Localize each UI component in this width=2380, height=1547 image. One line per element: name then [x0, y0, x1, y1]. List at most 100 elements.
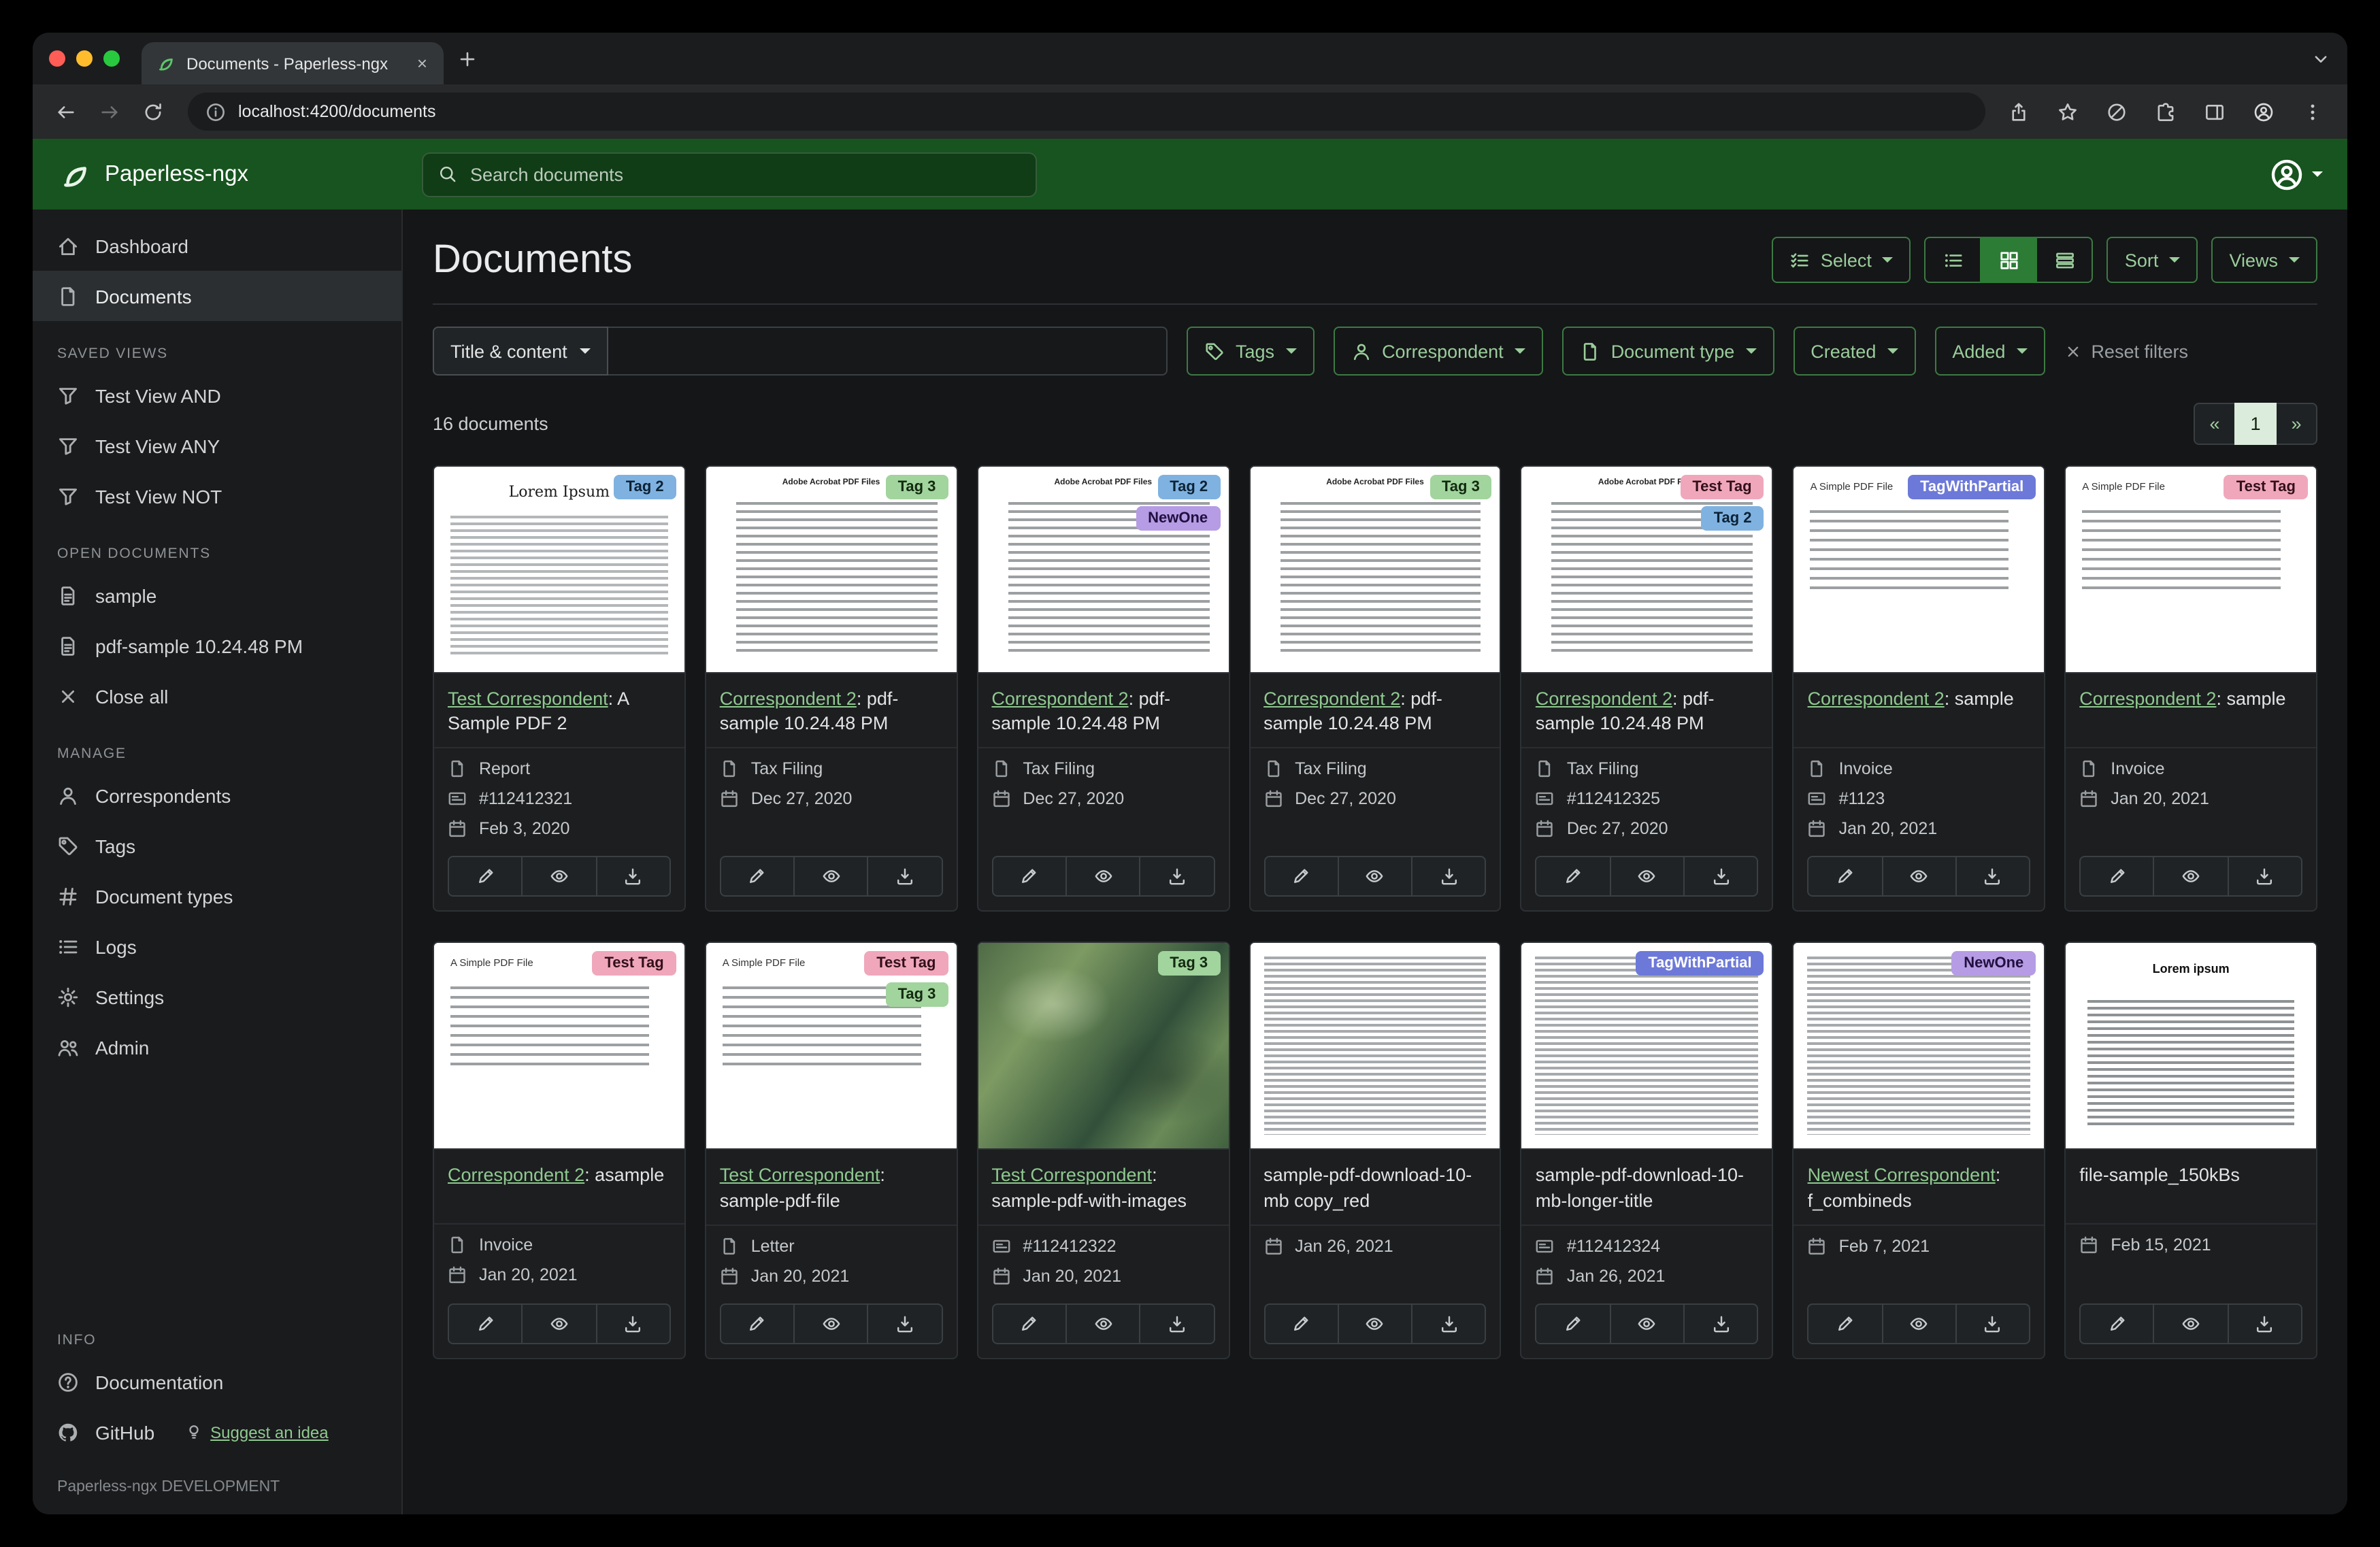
- sort-button[interactable]: Sort: [2106, 237, 2198, 283]
- sidebar-item-github[interactable]: GitHub Suggest an idea: [33, 1407, 401, 1457]
- minimize-window-button[interactable]: [76, 50, 93, 67]
- view-button[interactable]: [793, 1303, 869, 1344]
- tag-badge[interactable]: Tag 2: [613, 475, 676, 499]
- edit-button[interactable]: [2079, 856, 2155, 897]
- download-button[interactable]: [1139, 856, 1215, 897]
- download-button[interactable]: [1411, 1303, 1487, 1344]
- sidebar-item-logs[interactable]: Logs: [33, 921, 401, 971]
- filter-document-type-button[interactable]: Document type: [1561, 327, 1774, 376]
- edit-button[interactable]: [448, 1303, 523, 1344]
- sidebar-item-settings[interactable]: Settings: [33, 971, 401, 1022]
- download-button[interactable]: [1955, 1303, 2031, 1344]
- tag-badge[interactable]: Test Tag: [1680, 475, 1764, 499]
- back-button[interactable]: [46, 93, 84, 131]
- document-thumbnail[interactable]: TagWithPartial: [1521, 943, 1772, 1150]
- correspondent-link[interactable]: Test Correspondent: [991, 1165, 1152, 1186]
- correspondent-link[interactable]: Newest Correspondent: [1808, 1165, 1996, 1186]
- correspondent-link[interactable]: Correspondent 2: [2079, 688, 2216, 709]
- view-button[interactable]: [1065, 856, 1141, 897]
- filter-added-button[interactable]: Added: [1934, 327, 2045, 376]
- correspondent-link[interactable]: Test Correspondent: [720, 1165, 880, 1186]
- sidebar-item-correspondents[interactable]: Correspondents: [33, 770, 401, 820]
- download-button[interactable]: [1683, 1303, 1759, 1344]
- side-panel-button[interactable]: [2198, 93, 2230, 131]
- correspondent-link[interactable]: Correspondent 2: [1263, 688, 1400, 709]
- view-button[interactable]: [2153, 856, 2229, 897]
- close-window-button[interactable]: [49, 50, 65, 67]
- app-brand[interactable]: Paperless-ngx: [57, 157, 248, 191]
- tag-badge[interactable]: Tag 3: [1429, 475, 1492, 499]
- blocked-content-button[interactable]: [2100, 93, 2132, 131]
- view-mode-list-ul-button[interactable]: [1924, 237, 1982, 283]
- sidebar-item-admin[interactable]: Admin: [33, 1022, 401, 1072]
- correspondent-link[interactable]: Correspondent 2: [991, 688, 1128, 709]
- search-input[interactable]: [469, 164, 1021, 184]
- sidebar-item-close-all[interactable]: Close all: [33, 671, 401, 721]
- tag-badge[interactable]: Tag 2: [1157, 475, 1221, 499]
- sidebar-item-dashboard[interactable]: Dashboard: [33, 220, 401, 271]
- sidebar-item-test-view-not[interactable]: Test View NOT: [33, 471, 401, 521]
- view-button[interactable]: [521, 1303, 597, 1344]
- filter-correspondent-button[interactable]: Correspondent: [1333, 327, 1543, 376]
- user-menu[interactable]: [2270, 157, 2323, 191]
- edit-button[interactable]: [991, 856, 1067, 897]
- extensions-button[interactable]: [2149, 93, 2181, 131]
- bookmark-button[interactable]: [2051, 93, 2083, 131]
- tag-badge[interactable]: NewOne: [1136, 506, 1221, 531]
- tag-badge[interactable]: TagWithPartial: [1908, 475, 2036, 499]
- tab-close-button[interactable]: ×: [414, 53, 430, 73]
- edit-button[interactable]: [991, 1303, 1067, 1344]
- tag-badge[interactable]: Test Tag: [2224, 475, 2308, 499]
- tag-badge[interactable]: Tag 3: [885, 982, 948, 1008]
- new-tab-button[interactable]: [457, 48, 478, 69]
- view-mode-hbars-button[interactable]: [2036, 237, 2094, 283]
- edit-button[interactable]: [2079, 1303, 2155, 1344]
- download-button[interactable]: [2227, 856, 2302, 897]
- document-thumbnail[interactable]: Adobe Acrobat PDF Files Tag 3: [1250, 467, 1500, 673]
- select-button[interactable]: Select: [1771, 237, 1911, 283]
- document-thumbnail[interactable]: NewOne: [1794, 943, 2045, 1150]
- download-button[interactable]: [1139, 1303, 1215, 1344]
- site-info-icon[interactable]: [205, 101, 226, 122]
- browser-tab[interactable]: Documents - Paperless-ngx ×: [142, 42, 444, 84]
- correspondent-link[interactable]: Correspondent 2: [720, 688, 857, 709]
- document-thumbnail[interactable]: Lorem Ipsum Tag 2: [434, 467, 684, 673]
- filter-field-dropdown[interactable]: Title & content: [433, 327, 608, 376]
- view-button[interactable]: [1609, 856, 1685, 897]
- address-bar[interactable]: localhost:4200/documents: [188, 93, 1985, 131]
- filter-created-button[interactable]: Created: [1793, 327, 1916, 376]
- sidebar-item-test-view-any[interactable]: Test View ANY: [33, 420, 401, 471]
- profile-button[interactable]: [2247, 96, 2279, 127]
- document-thumbnail[interactable]: A Simple PDF File Test Tag: [2066, 467, 2316, 673]
- filter-tags-button[interactable]: Tags: [1187, 327, 1315, 376]
- view-button[interactable]: [2153, 1303, 2229, 1344]
- download-button[interactable]: [1683, 856, 1759, 897]
- page-number-button[interactable]: 1: [2234, 403, 2277, 445]
- view-button[interactable]: [1337, 1303, 1413, 1344]
- view-button[interactable]: [1065, 1303, 1141, 1344]
- correspondent-link[interactable]: Correspondent 2: [1536, 688, 1672, 709]
- views-button[interactable]: Views: [2211, 237, 2317, 283]
- sidebar-item-sample[interactable]: sample: [33, 570, 401, 620]
- tag-badge[interactable]: Tag 3: [885, 475, 948, 499]
- view-button[interactable]: [1337, 856, 1413, 897]
- view-button[interactable]: [1881, 1303, 1957, 1344]
- page-prev-button[interactable]: «: [2194, 403, 2236, 445]
- document-thumbnail[interactable]: Tag 3: [978, 943, 1229, 1150]
- download-button[interactable]: [867, 856, 943, 897]
- edit-button[interactable]: [1807, 1303, 1883, 1344]
- tag-badge[interactable]: Test Tag: [592, 951, 676, 976]
- forward-button[interactable]: [90, 93, 128, 131]
- tab-search-chevron-icon[interactable]: [2311, 48, 2331, 69]
- download-button[interactable]: [595, 1303, 671, 1344]
- edit-button[interactable]: [719, 856, 795, 897]
- tag-badge[interactable]: Test Tag: [864, 951, 948, 976]
- edit-button[interactable]: [1263, 1303, 1339, 1344]
- correspondent-link[interactable]: Correspondent 2: [1808, 688, 1945, 709]
- download-button[interactable]: [1955, 856, 2031, 897]
- reset-filters-button[interactable]: Reset filters: [2064, 341, 2188, 361]
- page-next-button[interactable]: »: [2275, 403, 2317, 445]
- document-thumbnail[interactable]: A Simple PDF File Test Tag: [434, 943, 684, 1150]
- edit-button[interactable]: [448, 856, 523, 897]
- correspondent-link[interactable]: Test Correspondent: [448, 688, 608, 709]
